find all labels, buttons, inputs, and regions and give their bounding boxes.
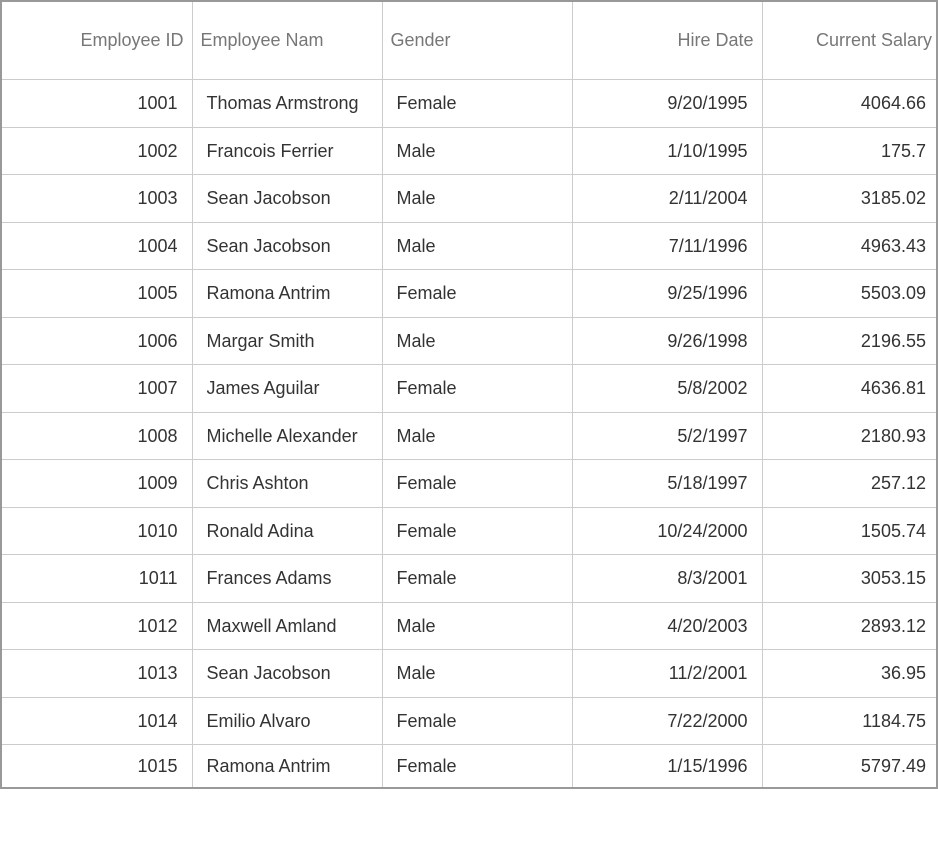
- cell-current-salary[interactable]: 3053.15: [762, 555, 938, 603]
- cell-hire-date[interactable]: 9/26/1998: [572, 317, 762, 365]
- cell-employee-name[interactable]: Francois Ferrier: [192, 127, 382, 175]
- table-row[interactable]: 1007James AguilarFemale5/8/20024636.81: [2, 365, 938, 413]
- cell-gender[interactable]: Male: [382, 175, 572, 223]
- header-hire-date[interactable]: Hire Date: [572, 2, 762, 80]
- table-row[interactable]: 1013Sean JacobsonMale11/2/200136.95: [2, 650, 938, 698]
- header-employee-name[interactable]: Employee Nam: [192, 2, 382, 80]
- table-row[interactable]: 1006Margar SmithMale9/26/19982196.55: [2, 317, 938, 365]
- cell-gender[interactable]: Female: [382, 555, 572, 603]
- cell-current-salary[interactable]: 2196.55: [762, 317, 938, 365]
- cell-employee-id[interactable]: 1014: [2, 697, 192, 745]
- cell-employee-name[interactable]: Emilio Alvaro: [192, 697, 382, 745]
- cell-employee-id[interactable]: 1004: [2, 222, 192, 270]
- table-row[interactable]: 1014Emilio AlvaroFemale7/22/20001184.75: [2, 697, 938, 745]
- table-row[interactable]: 1015Ramona AntrimFemale1/15/19965797.49: [2, 745, 938, 787]
- cell-gender[interactable]: Male: [382, 602, 572, 650]
- table-row[interactable]: 1009Chris AshtonFemale5/18/1997257.12: [2, 460, 938, 508]
- cell-hire-date[interactable]: 1/10/1995: [572, 127, 762, 175]
- cell-employee-id[interactable]: 1013: [2, 650, 192, 698]
- table-row[interactable]: 1012Maxwell AmlandMale4/20/20032893.12: [2, 602, 938, 650]
- cell-employee-name[interactable]: Ronald Adina: [192, 507, 382, 555]
- cell-hire-date[interactable]: 1/15/1996: [572, 745, 762, 787]
- cell-employee-id[interactable]: 1007: [2, 365, 192, 413]
- table-row[interactable]: 1004Sean JacobsonMale7/11/19964963.43: [2, 222, 938, 270]
- cell-employee-id[interactable]: 1002: [2, 127, 192, 175]
- cell-current-salary[interactable]: 4963.43: [762, 222, 938, 270]
- cell-employee-id[interactable]: 1001: [2, 80, 192, 128]
- cell-hire-date[interactable]: 5/2/1997: [572, 412, 762, 460]
- cell-employee-name[interactable]: Michelle Alexander: [192, 412, 382, 460]
- cell-gender[interactable]: Female: [382, 460, 572, 508]
- cell-employee-name[interactable]: Thomas Armstrong: [192, 80, 382, 128]
- cell-hire-date[interactable]: 11/2/2001: [572, 650, 762, 698]
- cell-gender[interactable]: Male: [382, 317, 572, 365]
- cell-current-salary[interactable]: 257.12: [762, 460, 938, 508]
- cell-current-salary[interactable]: 36.95: [762, 650, 938, 698]
- cell-employee-id[interactable]: 1009: [2, 460, 192, 508]
- cell-employee-id[interactable]: 1008: [2, 412, 192, 460]
- cell-hire-date[interactable]: 5/8/2002: [572, 365, 762, 413]
- cell-employee-name[interactable]: Sean Jacobson: [192, 650, 382, 698]
- header-current-salary[interactable]: Current Salary: [762, 2, 938, 80]
- cell-gender[interactable]: Female: [382, 80, 572, 128]
- cell-hire-date[interactable]: 7/22/2000: [572, 697, 762, 745]
- cell-current-salary[interactable]: 1505.74: [762, 507, 938, 555]
- cell-hire-date[interactable]: 2/11/2004: [572, 175, 762, 223]
- cell-employee-id[interactable]: 1003: [2, 175, 192, 223]
- cell-gender[interactable]: Male: [382, 222, 572, 270]
- cell-gender[interactable]: Female: [382, 270, 572, 318]
- cell-gender[interactable]: Male: [382, 412, 572, 460]
- cell-gender[interactable]: Male: [382, 127, 572, 175]
- cell-current-salary[interactable]: 1184.75: [762, 697, 938, 745]
- cell-hire-date[interactable]: 9/20/1995: [572, 80, 762, 128]
- cell-employee-id[interactable]: 1005: [2, 270, 192, 318]
- cell-gender[interactable]: Female: [382, 697, 572, 745]
- table-body: 1001Thomas ArmstrongFemale9/20/19954064.…: [2, 80, 938, 787]
- cell-employee-id[interactable]: 1015: [2, 745, 192, 787]
- cell-hire-date[interactable]: 5/18/1997: [572, 460, 762, 508]
- cell-employee-name[interactable]: Sean Jacobson: [192, 222, 382, 270]
- cell-current-salary[interactable]: 2180.93: [762, 412, 938, 460]
- cell-employee-name[interactable]: Ramona Antrim: [192, 745, 382, 787]
- cell-current-salary[interactable]: 3185.02: [762, 175, 938, 223]
- cell-current-salary[interactable]: 175.7: [762, 127, 938, 175]
- cell-employee-name[interactable]: Chris Ashton: [192, 460, 382, 508]
- header-gender[interactable]: Gender: [382, 2, 572, 80]
- cell-employee-id[interactable]: 1006: [2, 317, 192, 365]
- cell-gender[interactable]: Female: [382, 745, 572, 787]
- cell-current-salary[interactable]: 5797.49: [762, 745, 938, 787]
- cell-hire-date[interactable]: 10/24/2000: [572, 507, 762, 555]
- cell-hire-date[interactable]: 4/20/2003: [572, 602, 762, 650]
- employee-data-grid[interactable]: Employee ID Employee Nam Gender Hire Dat…: [0, 0, 938, 789]
- cell-employee-name[interactable]: Frances Adams: [192, 555, 382, 603]
- cell-gender[interactable]: Male: [382, 650, 572, 698]
- cell-employee-name[interactable]: Margar Smith: [192, 317, 382, 365]
- cell-employee-id[interactable]: 1012: [2, 602, 192, 650]
- header-employee-id[interactable]: Employee ID: [2, 2, 192, 80]
- cell-hire-date[interactable]: 8/3/2001: [572, 555, 762, 603]
- cell-current-salary[interactable]: 5503.09: [762, 270, 938, 318]
- table-row[interactable]: 1011Frances AdamsFemale8/3/20013053.15: [2, 555, 938, 603]
- header-row: Employee ID Employee Nam Gender Hire Dat…: [2, 2, 938, 80]
- cell-current-salary[interactable]: 2893.12: [762, 602, 938, 650]
- cell-employee-name[interactable]: Sean Jacobson: [192, 175, 382, 223]
- employee-table: Employee ID Employee Nam Gender Hire Dat…: [2, 2, 938, 787]
- table-row[interactable]: 1008Michelle AlexanderMale5/2/19972180.9…: [2, 412, 938, 460]
- table-row[interactable]: 1010Ronald AdinaFemale10/24/20001505.74: [2, 507, 938, 555]
- cell-gender[interactable]: Female: [382, 507, 572, 555]
- table-row[interactable]: 1001Thomas ArmstrongFemale9/20/19954064.…: [2, 80, 938, 128]
- cell-current-salary[interactable]: 4636.81: [762, 365, 938, 413]
- table-row[interactable]: 1002Francois FerrierMale1/10/1995175.7: [2, 127, 938, 175]
- cell-employee-name[interactable]: Ramona Antrim: [192, 270, 382, 318]
- cell-employee-name[interactable]: Maxwell Amland: [192, 602, 382, 650]
- table-row[interactable]: 1003Sean JacobsonMale2/11/20043185.02: [2, 175, 938, 223]
- cell-hire-date[interactable]: 9/25/1996: [572, 270, 762, 318]
- cell-employee-name[interactable]: James Aguilar: [192, 365, 382, 413]
- table-row[interactable]: 1005Ramona AntrimFemale9/25/19965503.09: [2, 270, 938, 318]
- cell-current-salary[interactable]: 4064.66: [762, 80, 938, 128]
- cell-hire-date[interactable]: 7/11/1996: [572, 222, 762, 270]
- cell-employee-id[interactable]: 1010: [2, 507, 192, 555]
- cell-gender[interactable]: Female: [382, 365, 572, 413]
- cell-employee-id[interactable]: 1011: [2, 555, 192, 603]
